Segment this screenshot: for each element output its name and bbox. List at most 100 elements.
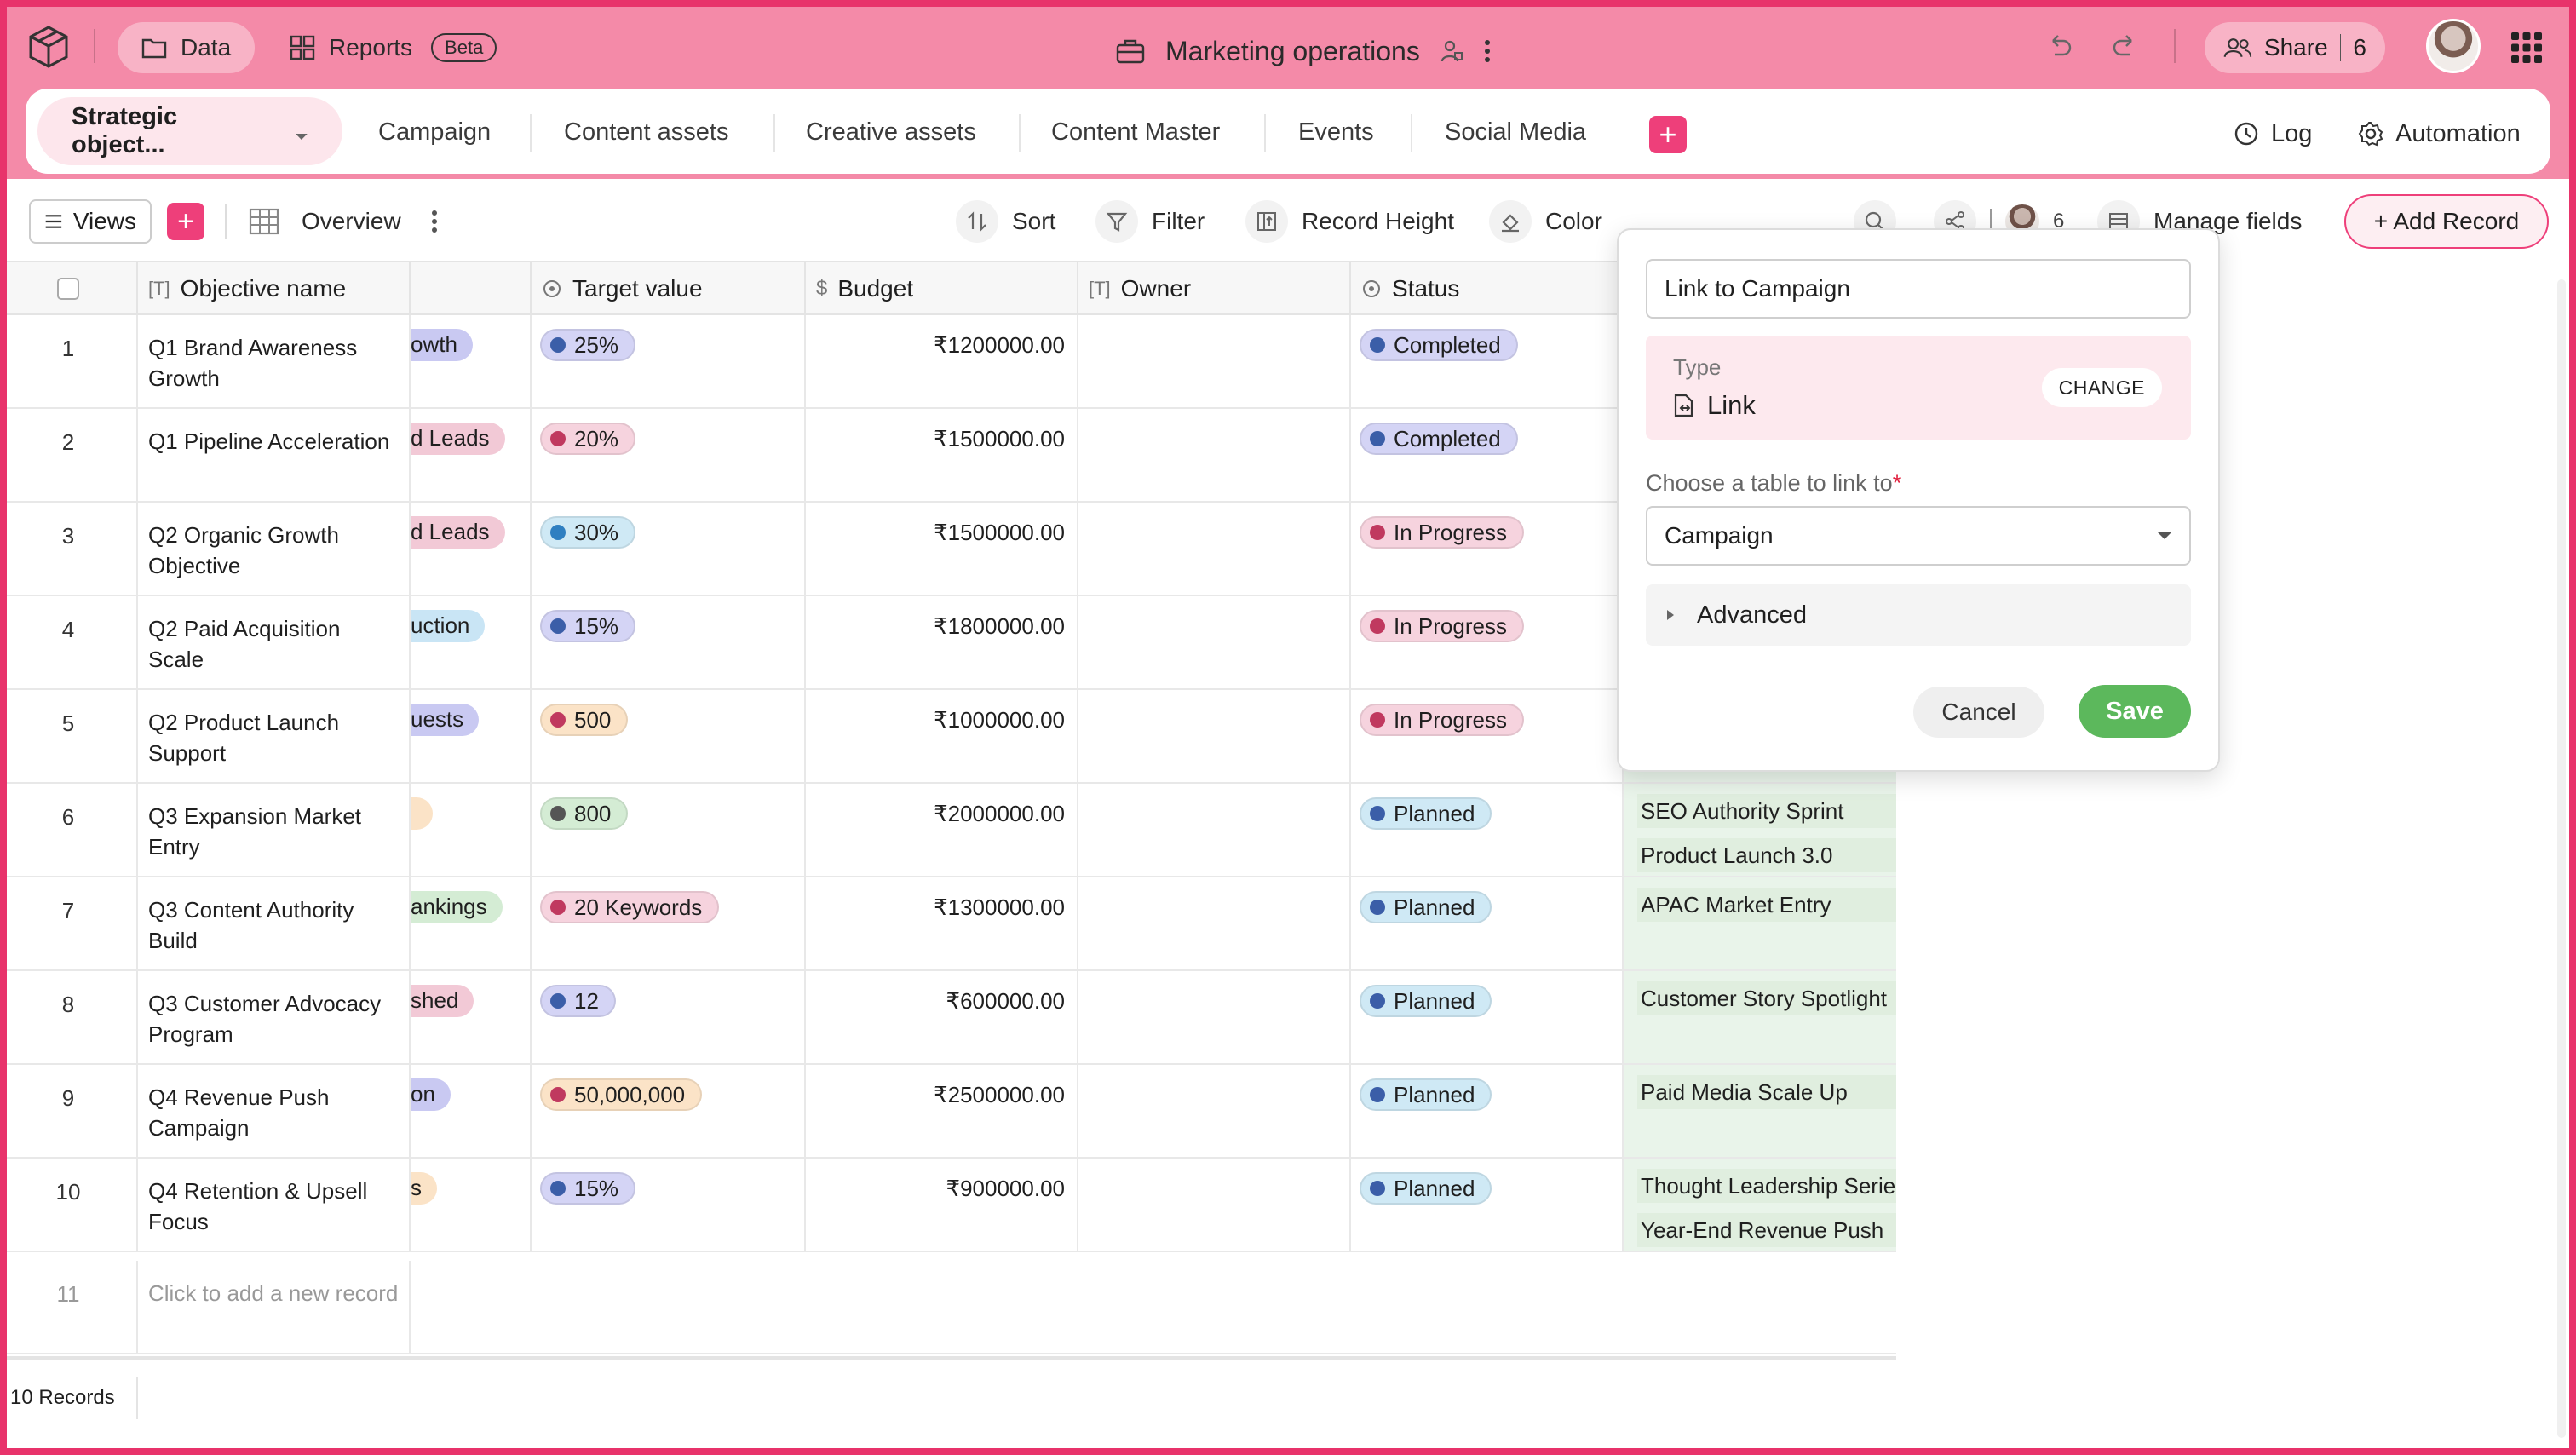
- more-vertical-icon[interactable]: [1483, 38, 1492, 64]
- budget-cell[interactable]: ₹1300000.00: [806, 877, 1078, 969]
- add-record-button[interactable]: + Add Record: [2344, 194, 2549, 249]
- tab-content-assets[interactable]: Content assets: [564, 111, 728, 153]
- new-record-placeholder[interactable]: Click to add a new record: [138, 1261, 411, 1353]
- share-button[interactable]: Share 6: [2205, 22, 2385, 73]
- objective-name-cell[interactable]: Q4 Revenue Push Campaign: [138, 1065, 411, 1157]
- status-cell[interactable]: Planned: [1351, 1159, 1624, 1251]
- linked-record-chip[interactable]: Paid Media Scale Up: [1637, 1075, 1896, 1109]
- linked-record-chip[interactable]: Customer Story Spotlight: [1637, 981, 1896, 1015]
- advanced-section[interactable]: Advanced: [1646, 584, 2191, 646]
- tag-cell[interactable]: owth: [411, 315, 532, 407]
- objective-name-cell[interactable]: Q1 Pipeline Acceleration: [138, 409, 411, 501]
- owner-cell[interactable]: [1078, 1159, 1351, 1251]
- automation-button[interactable]: Automation: [2358, 112, 2521, 155]
- table-row[interactable]: 7 Q3 Content Authority Build ankings 20 Key…: [0, 877, 1896, 971]
- add-view-button[interactable]: +: [167, 203, 204, 240]
- status-cell[interactable]: Planned: [1351, 1065, 1624, 1157]
- target-value-cell[interactable]: 25%: [532, 315, 806, 407]
- vertical-scrollbar[interactable]: [2557, 279, 2566, 1438]
- target-value-cell[interactable]: 20%: [532, 409, 806, 501]
- table-row[interactable]: 6 Q3 Expansion Market Entry 800 ₹2000000.00…: [0, 784, 1896, 877]
- table-row[interactable]: 4 Q2 Paid Acquisition Scale uction 15% ₹1800…: [0, 596, 1896, 690]
- objective-name-cell[interactable]: Q2 Organic Growth Objective: [138, 503, 411, 595]
- record-height-button[interactable]: Record Height: [1245, 198, 1454, 245]
- tag-cell[interactable]: d Leads: [411, 503, 532, 595]
- change-type-button[interactable]: CHANGE: [2041, 368, 2162, 407]
- linked-campaign-cell[interactable]: Paid Media Scale Up: [1624, 1065, 1896, 1157]
- undo-icon[interactable]: [2044, 34, 2073, 60]
- objective-name-cell[interactable]: Q3 Content Authority Build: [138, 877, 411, 969]
- linked-record-chip[interactable]: SEO Authority Sprint: [1637, 794, 1896, 828]
- tab-content-master[interactable]: Content Master: [1051, 111, 1220, 153]
- objective-name-cell[interactable]: Q4 Retention & Upsell Focus: [138, 1159, 411, 1251]
- status-cell[interactable]: Planned: [1351, 877, 1624, 969]
- owner-cell[interactable]: [1078, 1065, 1351, 1157]
- tag-cell[interactable]: s: [411, 1159, 532, 1251]
- budget-cell[interactable]: ₹1200000.00: [806, 315, 1078, 407]
- target-value-cell[interactable]: 30%: [532, 503, 806, 595]
- budget-cell[interactable]: ₹900000.00: [806, 1159, 1078, 1251]
- header-objective-name[interactable]: [T] Objective name: [138, 262, 411, 315]
- target-value-cell[interactable]: 500: [532, 690, 806, 782]
- header-target-value[interactable]: Target value: [532, 262, 806, 315]
- linked-campaign-cell[interactable]: Customer Story Spotlight: [1624, 971, 1896, 1063]
- more-vertical-icon[interactable]: [430, 209, 439, 234]
- owner-cell[interactable]: [1078, 784, 1351, 876]
- owner-cell[interactable]: [1078, 877, 1351, 969]
- base-title[interactable]: Marketing operations: [1116, 26, 1492, 77]
- apps-grid-icon[interactable]: [2510, 31, 2544, 65]
- budget-cell[interactable]: ₹2000000.00: [806, 784, 1078, 876]
- sort-button[interactable]: Sort: [956, 198, 1055, 245]
- table-row[interactable]: 9 Q4 Revenue Push Campaign on 50,000,000 ₹25…: [0, 1065, 1896, 1159]
- table-select[interactable]: Campaign: [1646, 506, 2191, 566]
- budget-cell[interactable]: ₹600000.00: [806, 971, 1078, 1063]
- header-budget[interactable]: $ Budget: [806, 262, 1078, 315]
- field-name-input[interactable]: [1646, 259, 2191, 319]
- owner-cell[interactable]: [1078, 409, 1351, 501]
- linked-record-chip[interactable]: Thought Leadership Serie: [1637, 1169, 1896, 1203]
- linked-campaign-cell[interactable]: APAC Market Entry: [1624, 877, 1896, 969]
- data-button[interactable]: Data: [118, 22, 256, 73]
- tag-cell[interactable]: [411, 784, 532, 876]
- status-cell[interactable]: In Progress: [1351, 503, 1624, 595]
- header-hidden-column[interactable]: [411, 262, 532, 315]
- owner-cell[interactable]: [1078, 971, 1351, 1063]
- owner-cell[interactable]: [1078, 503, 1351, 595]
- tab-events[interactable]: Events: [1298, 111, 1374, 153]
- tab-strategic-objectives[interactable]: Strategic object...: [37, 97, 342, 165]
- tab-campaign[interactable]: Campaign: [378, 111, 491, 153]
- table-row[interactable]: 1 Q1 Brand Awareness Growth owth 25% ₹120000…: [0, 315, 1896, 409]
- target-value-cell[interactable]: 15%: [532, 596, 806, 688]
- target-value-cell[interactable]: 50,000,000: [532, 1065, 806, 1157]
- table-row[interactable]: 10 Q4 Retention & Upsell Focus s 15% ₹900000…: [0, 1159, 1896, 1252]
- tab-creative-assets[interactable]: Creative assets: [806, 111, 976, 153]
- save-button[interactable]: Save: [2079, 685, 2191, 738]
- tag-cell[interactable]: d Leads: [411, 409, 532, 501]
- add-table-button[interactable]: +: [1649, 116, 1687, 153]
- header-owner[interactable]: [T] Owner: [1078, 262, 1351, 315]
- table-row[interactable]: 5 Q2 Product Launch Support uests 500 ₹10000…: [0, 690, 1896, 784]
- status-cell[interactable]: Planned: [1351, 971, 1624, 1063]
- budget-cell[interactable]: ₹1800000.00: [806, 596, 1078, 688]
- target-value-cell[interactable]: 800: [532, 784, 806, 876]
- redo-icon[interactable]: [2111, 34, 2140, 60]
- target-value-cell[interactable]: 12: [532, 971, 806, 1063]
- linked-record-chip[interactable]: APAC Market Entry: [1637, 888, 1896, 922]
- table-row[interactable]: 3 Q2 Organic Growth Objective d Leads 30% ₹1…: [0, 503, 1896, 596]
- color-button[interactable]: Color: [1489, 198, 1602, 245]
- tag-cell[interactable]: uction: [411, 596, 532, 688]
- app-logo-icon[interactable]: [26, 24, 72, 70]
- objective-name-cell[interactable]: Q3 Customer Advocacy Program: [138, 971, 411, 1063]
- objective-name-cell[interactable]: Q1 Brand Awareness Growth: [138, 315, 411, 407]
- cancel-button[interactable]: Cancel: [1913, 687, 2044, 738]
- budget-cell[interactable]: ₹1000000.00: [806, 690, 1078, 782]
- status-cell[interactable]: Planned: [1351, 784, 1624, 876]
- tab-social-media[interactable]: Social Media: [1445, 111, 1586, 153]
- table-row[interactable]: 8 Q3 Customer Advocacy Program shed 12 ₹6000…: [0, 971, 1896, 1065]
- reports-button[interactable]: Reports Beta: [266, 22, 520, 73]
- current-view[interactable]: Overview: [249, 198, 439, 245]
- linked-campaign-cell[interactable]: Thought Leadership Serie Year-End Revenue…: [1624, 1159, 1896, 1251]
- target-value-cell[interactable]: 15%: [532, 1159, 806, 1251]
- chevron-down-icon[interactable]: [295, 133, 308, 141]
- status-cell[interactable]: Completed: [1351, 409, 1624, 501]
